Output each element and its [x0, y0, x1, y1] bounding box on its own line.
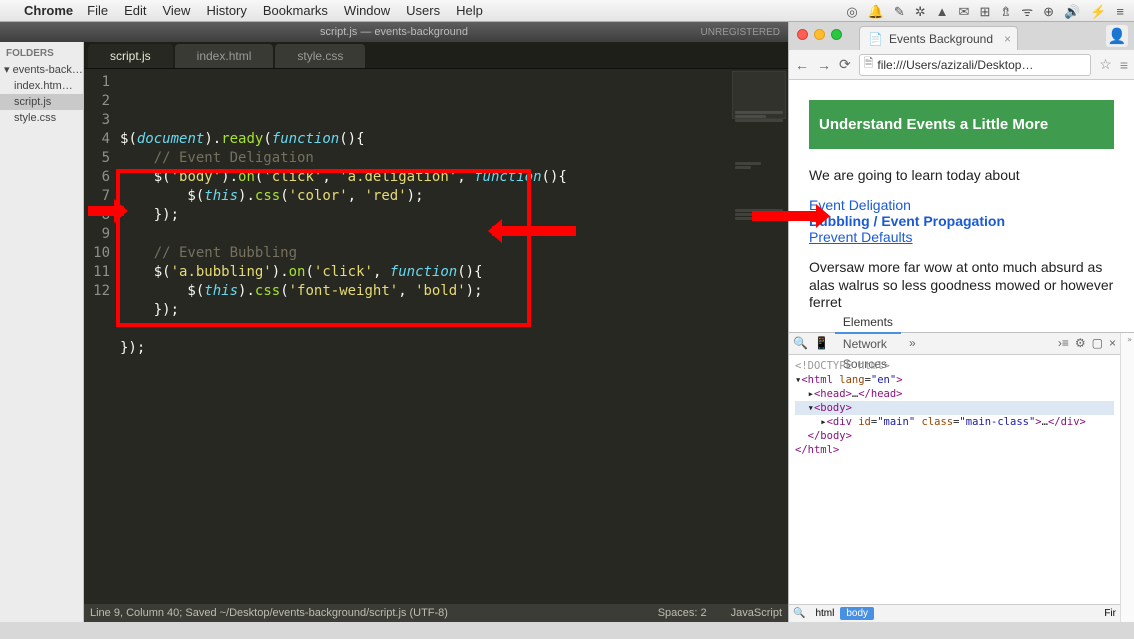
tab-title: Events Background	[889, 32, 993, 46]
chrome-window: 📄 Events Background × 👤 ← → ⟳ 🗎 file:///…	[788, 22, 1134, 622]
page-intro: We are going to learn today about	[809, 167, 1114, 183]
page-content: Understand Events a Little More We are g…	[789, 80, 1134, 332]
menubar-status-icon[interactable]: ⚡	[1090, 4, 1106, 19]
menubar-status-icon[interactable]: ⇯	[1000, 4, 1011, 19]
dom-node[interactable]: ▾<html lang="en">	[795, 373, 1114, 387]
tab-close-icon[interactable]: ×	[1004, 32, 1011, 46]
devtools-footer: 🔍 htmlbody Fir	[789, 604, 1120, 622]
menu-help[interactable]: Help	[456, 3, 483, 18]
page-link[interactable]: Event Deligation	[809, 197, 1114, 213]
dom-node[interactable]: ▸<head>…</head>	[795, 387, 1114, 401]
styles-pane-sliver: »	[1120, 333, 1134, 623]
dom-node[interactable]: ▾<body>	[795, 401, 1114, 415]
menubar-status-icon[interactable]: ▲	[936, 4, 949, 19]
dom-node[interactable]: </body>	[795, 429, 1114, 443]
sublime-title: script.js — events-background	[320, 26, 468, 38]
sublime-titlebar: script.js — events-background UNREGISTER…	[0, 22, 788, 42]
page-links: Event DeligationBubbling / Event Propaga…	[809, 197, 1114, 245]
editor-tab[interactable]: script.js	[88, 44, 173, 68]
console-icon[interactable]: ›≡	[1058, 336, 1069, 350]
statusbar: Line 9, Column 40; Saved ~/Desktop/event…	[84, 604, 788, 622]
settings-icon[interactable]: ⚙	[1075, 336, 1086, 350]
more-tabs-icon[interactable]: »	[909, 336, 916, 350]
browser-tab[interactable]: 📄 Events Background ×	[859, 26, 1018, 50]
reload-icon[interactable]: ⟳	[839, 56, 851, 73]
devtools-close-icon[interactable]: ×	[1109, 336, 1116, 350]
status-lang[interactable]: JavaScript	[731, 607, 782, 619]
menu-view[interactable]: View	[162, 3, 190, 18]
inspect-icon[interactable]: 🔍	[793, 336, 808, 350]
page-link[interactable]: Prevent Defaults	[809, 229, 1114, 245]
menubar-status-icon[interactable]: ✎	[894, 4, 905, 19]
dom-tree[interactable]: <!DOCTYPE html>▾<html lang="en"> ▸<head>…	[789, 355, 1120, 605]
editor-tab[interactable]: style.css	[275, 44, 365, 68]
dom-node[interactable]: </html>	[795, 443, 1114, 457]
breadcrumb[interactable]: html	[809, 607, 840, 620]
active-app[interactable]: Chrome	[24, 3, 73, 18]
code-content[interactable]: $(document).ready(function(){ // Event D…	[116, 69, 788, 604]
find-icon[interactable]: 🔍	[793, 608, 805, 619]
browser-toolbar: ← → ⟳ 🗎 file:///Users/azizali/Desktop… ☆…	[789, 50, 1134, 80]
page-paragraph: Oversaw more far wow at onto much absurd…	[809, 259, 1114, 312]
back-icon[interactable]: ←	[795, 57, 809, 73]
dom-node[interactable]: <!DOCTYPE html>	[795, 359, 1114, 373]
dock-icon[interactable]: ▢	[1092, 336, 1103, 350]
sublime-text-window: script.js — events-background UNREGISTER…	[0, 22, 788, 622]
sublime-sidebar: FOLDERS ▾ events-back… index.htm…script.…	[0, 42, 84, 622]
menubar-status-icon[interactable]: ᯤ	[1021, 4, 1033, 19]
device-icon[interactable]: 📱	[814, 336, 829, 350]
menubar-status-icon[interactable]: 🔔	[868, 4, 884, 19]
sidebar-header: FOLDERS	[0, 46, 83, 61]
chrome-tabstrip: 📄 Events Background × 👤	[789, 22, 1134, 50]
minimap[interactable]	[732, 71, 786, 119]
close-icon[interactable]	[797, 29, 808, 40]
footer-fir: Fir	[1104, 608, 1116, 619]
devtools: 🔍 📱 ElementsNetworkSources » ›≡ ⚙ ▢ × <!…	[789, 332, 1134, 623]
profile-avatar[interactable]: 👤	[1106, 25, 1128, 47]
address-bar[interactable]: 🗎 file:///Users/azizali/Desktop…	[859, 54, 1092, 76]
dom-node[interactable]: ▸<div id="main" class="main-class">…</di…	[795, 415, 1114, 429]
file-icon: 🗎	[864, 54, 874, 75]
sidebar-folder[interactable]: ▾ events-back…	[0, 61, 83, 78]
macos-menubar: Chrome File Edit View History Bookmarks Windo…	[0, 0, 1134, 22]
page-icon: 📄	[868, 32, 883, 46]
code-editor[interactable]: 123456789101112 $(document).ready(functi…	[84, 69, 788, 604]
sidebar-file[interactable]: style.css	[0, 110, 83, 126]
page-link[interactable]: Bubbling / Event Propagation	[809, 213, 1114, 229]
menubar-status-icon[interactable]: ✉	[959, 4, 970, 19]
window-traffic-lights[interactable]	[797, 29, 842, 40]
status-spaces[interactable]: Spaces: 2	[658, 607, 707, 619]
menubar-status-icon[interactable]: ≡	[1116, 4, 1124, 19]
zoom-icon[interactable]	[831, 29, 842, 40]
breadcrumb[interactable]: body	[840, 607, 874, 620]
editor-area: script.jsindex.htmlstyle.css 12345678910…	[84, 42, 788, 622]
status-left: Line 9, Column 40; Saved ~/Desktop/event…	[90, 607, 448, 619]
devtools-tab-network[interactable]: Network	[835, 334, 901, 354]
menubar-status-icon[interactable]: ⊞	[979, 4, 990, 19]
menu-users[interactable]: Users	[406, 3, 440, 18]
sidebar-file[interactable]: index.htm…	[0, 78, 83, 94]
menu-bookmarks[interactable]: Bookmarks	[263, 3, 328, 18]
editor-tab[interactable]: index.html	[175, 44, 274, 68]
minimize-icon[interactable]	[814, 29, 825, 40]
menu-window[interactable]: Window	[344, 3, 390, 18]
sidebar-file[interactable]: script.js	[0, 94, 83, 110]
sublime-unregistered: UNREGISTERED	[701, 27, 780, 38]
bookmark-star-icon[interactable]: ☆	[1099, 56, 1112, 73]
gutter: 123456789101112	[84, 69, 116, 604]
menu-file[interactable]: File	[87, 3, 108, 18]
page-banner: Understand Events a Little More	[809, 100, 1114, 149]
menu-edit[interactable]: Edit	[124, 3, 146, 18]
menubar-status-icon[interactable]: 🔊	[1064, 4, 1080, 19]
menubar-status-icon[interactable]: ◎	[846, 4, 857, 19]
menubar-status-icon[interactable]: ✲	[915, 4, 926, 19]
editor-tabs: script.jsindex.htmlstyle.css	[84, 42, 788, 69]
menubar-status-icon[interactable]: ⊕	[1043, 4, 1054, 19]
devtools-toolbar: 🔍 📱 ElementsNetworkSources » ›≡ ⚙ ▢ ×	[789, 333, 1120, 355]
chrome-menu-icon[interactable]: ≡	[1120, 57, 1128, 73]
forward-icon[interactable]: →	[817, 57, 831, 73]
url-text: file:///Users/azizali/Desktop…	[877, 58, 1033, 72]
menu-history[interactable]: History	[206, 3, 246, 18]
